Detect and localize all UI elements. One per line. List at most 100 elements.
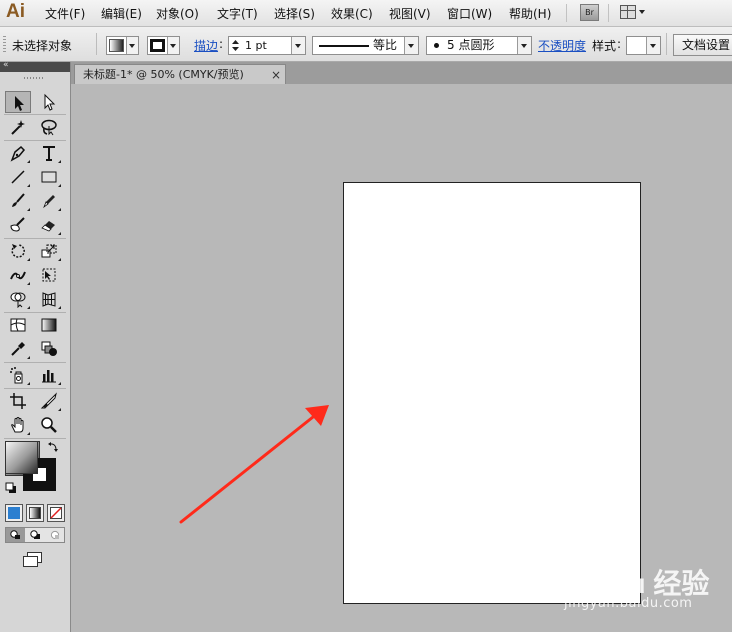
chevron-down-icon (521, 44, 527, 48)
menu-divider (608, 4, 609, 22)
stroke-weight-field[interactable]: 1 pt (228, 36, 306, 55)
style-label: 样式 (592, 39, 617, 53)
flyout-indicator (27, 184, 30, 187)
shape-builder-tool-icon[interactable] (5, 288, 31, 310)
menu-type[interactable]: 文字(T) (217, 5, 258, 22)
dropdown-button[interactable] (646, 37, 660, 54)
tool-divider (4, 312, 66, 313)
width-tool-icon[interactable] (5, 264, 31, 286)
draw-modes (5, 527, 65, 543)
document-setup-button[interactable]: 文档设置 (673, 34, 732, 56)
scale-tool-icon[interactable] (36, 240, 62, 262)
stepper-icon[interactable] (231, 39, 240, 52)
chevron-down-icon (639, 10, 645, 14)
free-transform-tool-icon[interactable] (36, 264, 62, 286)
collapse-icon[interactable]: « (3, 60, 9, 70)
round-brush-icon (434, 43, 439, 48)
app-logo: Ai (6, 1, 25, 22)
blob-brush-tool-icon[interactable] (5, 214, 31, 236)
lasso-tool-icon[interactable] (36, 116, 62, 138)
panel-grip[interactable] (24, 77, 44, 79)
draw-behind-icon (30, 530, 40, 539)
none-icon (50, 507, 62, 519)
slice-tool-icon[interactable] (36, 390, 62, 412)
color-mode-button[interactable] (5, 504, 23, 522)
tool-divider (4, 140, 66, 141)
fill-dropdown[interactable] (106, 36, 139, 55)
tools-panel-header[interactable]: « (0, 60, 70, 72)
document-tab-strip: 未标题-1* @ 50% (CMYK/预览) × (71, 62, 732, 85)
gradient-swatch-icon (109, 39, 124, 52)
flyout-indicator (58, 258, 61, 261)
document-tab-title: 未标题-1* @ 50% (CMYK/预览) (83, 68, 244, 81)
screen-mode-icon[interactable] (22, 552, 44, 568)
gradient-tool-icon[interactable] (36, 314, 62, 336)
flyout-indicator (27, 306, 30, 309)
stroke-weight-value: 1 pt (245, 39, 267, 52)
chevron-down-icon (408, 44, 414, 48)
magic-wand-tool-icon[interactable] (5, 116, 31, 138)
stroke-dropdown[interactable] (147, 36, 180, 55)
colon-separator: : (219, 37, 224, 51)
color-icon (8, 507, 20, 519)
close-icon[interactable]: × (271, 65, 281, 85)
default-fill-stroke-icon[interactable] (5, 482, 17, 494)
opacity-panel-link[interactable]: 不透明度 (538, 37, 586, 54)
zoom-tool-icon[interactable] (36, 414, 62, 436)
column-graph-tool-icon[interactable] (36, 364, 62, 386)
flyout-indicator (58, 382, 61, 385)
pencil-tool-icon[interactable] (36, 190, 62, 212)
arrange-documents-button[interactable] (620, 4, 646, 20)
dropdown-button[interactable] (517, 37, 531, 54)
flyout-indicator (27, 432, 30, 435)
draw-behind-button[interactable] (26, 528, 45, 542)
line-tool-icon[interactable] (5, 166, 31, 188)
paintbrush-tool-icon[interactable] (5, 190, 31, 212)
flyout-indicator (58, 232, 61, 235)
menu-file[interactable]: 文件(F) (45, 5, 85, 22)
tool-divider (4, 362, 66, 363)
selection-tool-icon[interactable] (5, 91, 31, 113)
panel-grip[interactable] (3, 36, 6, 52)
flyout-indicator (27, 208, 30, 211)
menu-help[interactable]: 帮助(H) (509, 5, 551, 22)
menu-window[interactable]: 窗口(W) (447, 5, 492, 22)
bridge-button[interactable]: Br (580, 4, 599, 21)
pen-tool-icon[interactable] (5, 142, 31, 164)
type-tool-icon[interactable] (36, 142, 62, 164)
stroke-line-preview (319, 45, 369, 47)
none-mode-button[interactable] (47, 504, 65, 522)
menu-effect[interactable]: 效果(C) (331, 5, 373, 22)
menu-select[interactable]: 选择(S) (274, 5, 315, 22)
fill-swatch-front[interactable] (5, 441, 38, 474)
artboard-tool-icon[interactable] (5, 390, 31, 412)
graphic-style-dropdown[interactable] (626, 36, 661, 55)
document-tab[interactable]: 未标题-1* @ 50% (CMYK/预览) × (74, 64, 286, 85)
dropdown-button[interactable] (404, 37, 418, 54)
gradient-mode-button[interactable] (26, 504, 44, 522)
canvas[interactable] (71, 84, 732, 632)
eyedropper-tool-icon[interactable] (5, 338, 31, 360)
blend-tool-icon[interactable] (36, 338, 62, 360)
perspective-grid-tool-icon[interactable] (36, 288, 62, 310)
symbol-sprayer-tool-icon[interactable] (5, 364, 31, 386)
swap-fill-stroke-icon[interactable] (47, 441, 59, 453)
direct-selection-tool-icon[interactable] (36, 91, 62, 113)
rotate-tool-icon[interactable] (5, 240, 31, 262)
brush-definition-dropdown[interactable]: 5 点圆形 (426, 36, 532, 55)
draw-normal-button[interactable] (6, 528, 25, 542)
stroke-panel-link[interactable]: 描边 (194, 37, 218, 54)
dropdown-button[interactable] (291, 37, 305, 54)
eraser-tool-icon[interactable] (36, 214, 62, 236)
tool-divider (4, 114, 66, 115)
rectangle-tool-icon[interactable] (36, 166, 62, 188)
hand-tool-icon[interactable] (5, 414, 31, 436)
variable-width-profile-dropdown[interactable]: 等比 (312, 36, 419, 55)
menu-edit[interactable]: 编辑(E) (101, 5, 142, 22)
artboard[interactable] (343, 182, 641, 604)
menu-object[interactable]: 对象(O) (156, 5, 199, 22)
menu-view[interactable]: 视图(V) (389, 5, 431, 22)
mesh-tool-icon[interactable] (5, 314, 31, 336)
flyout-indicator (58, 306, 61, 309)
draw-inside-button[interactable] (46, 528, 64, 542)
